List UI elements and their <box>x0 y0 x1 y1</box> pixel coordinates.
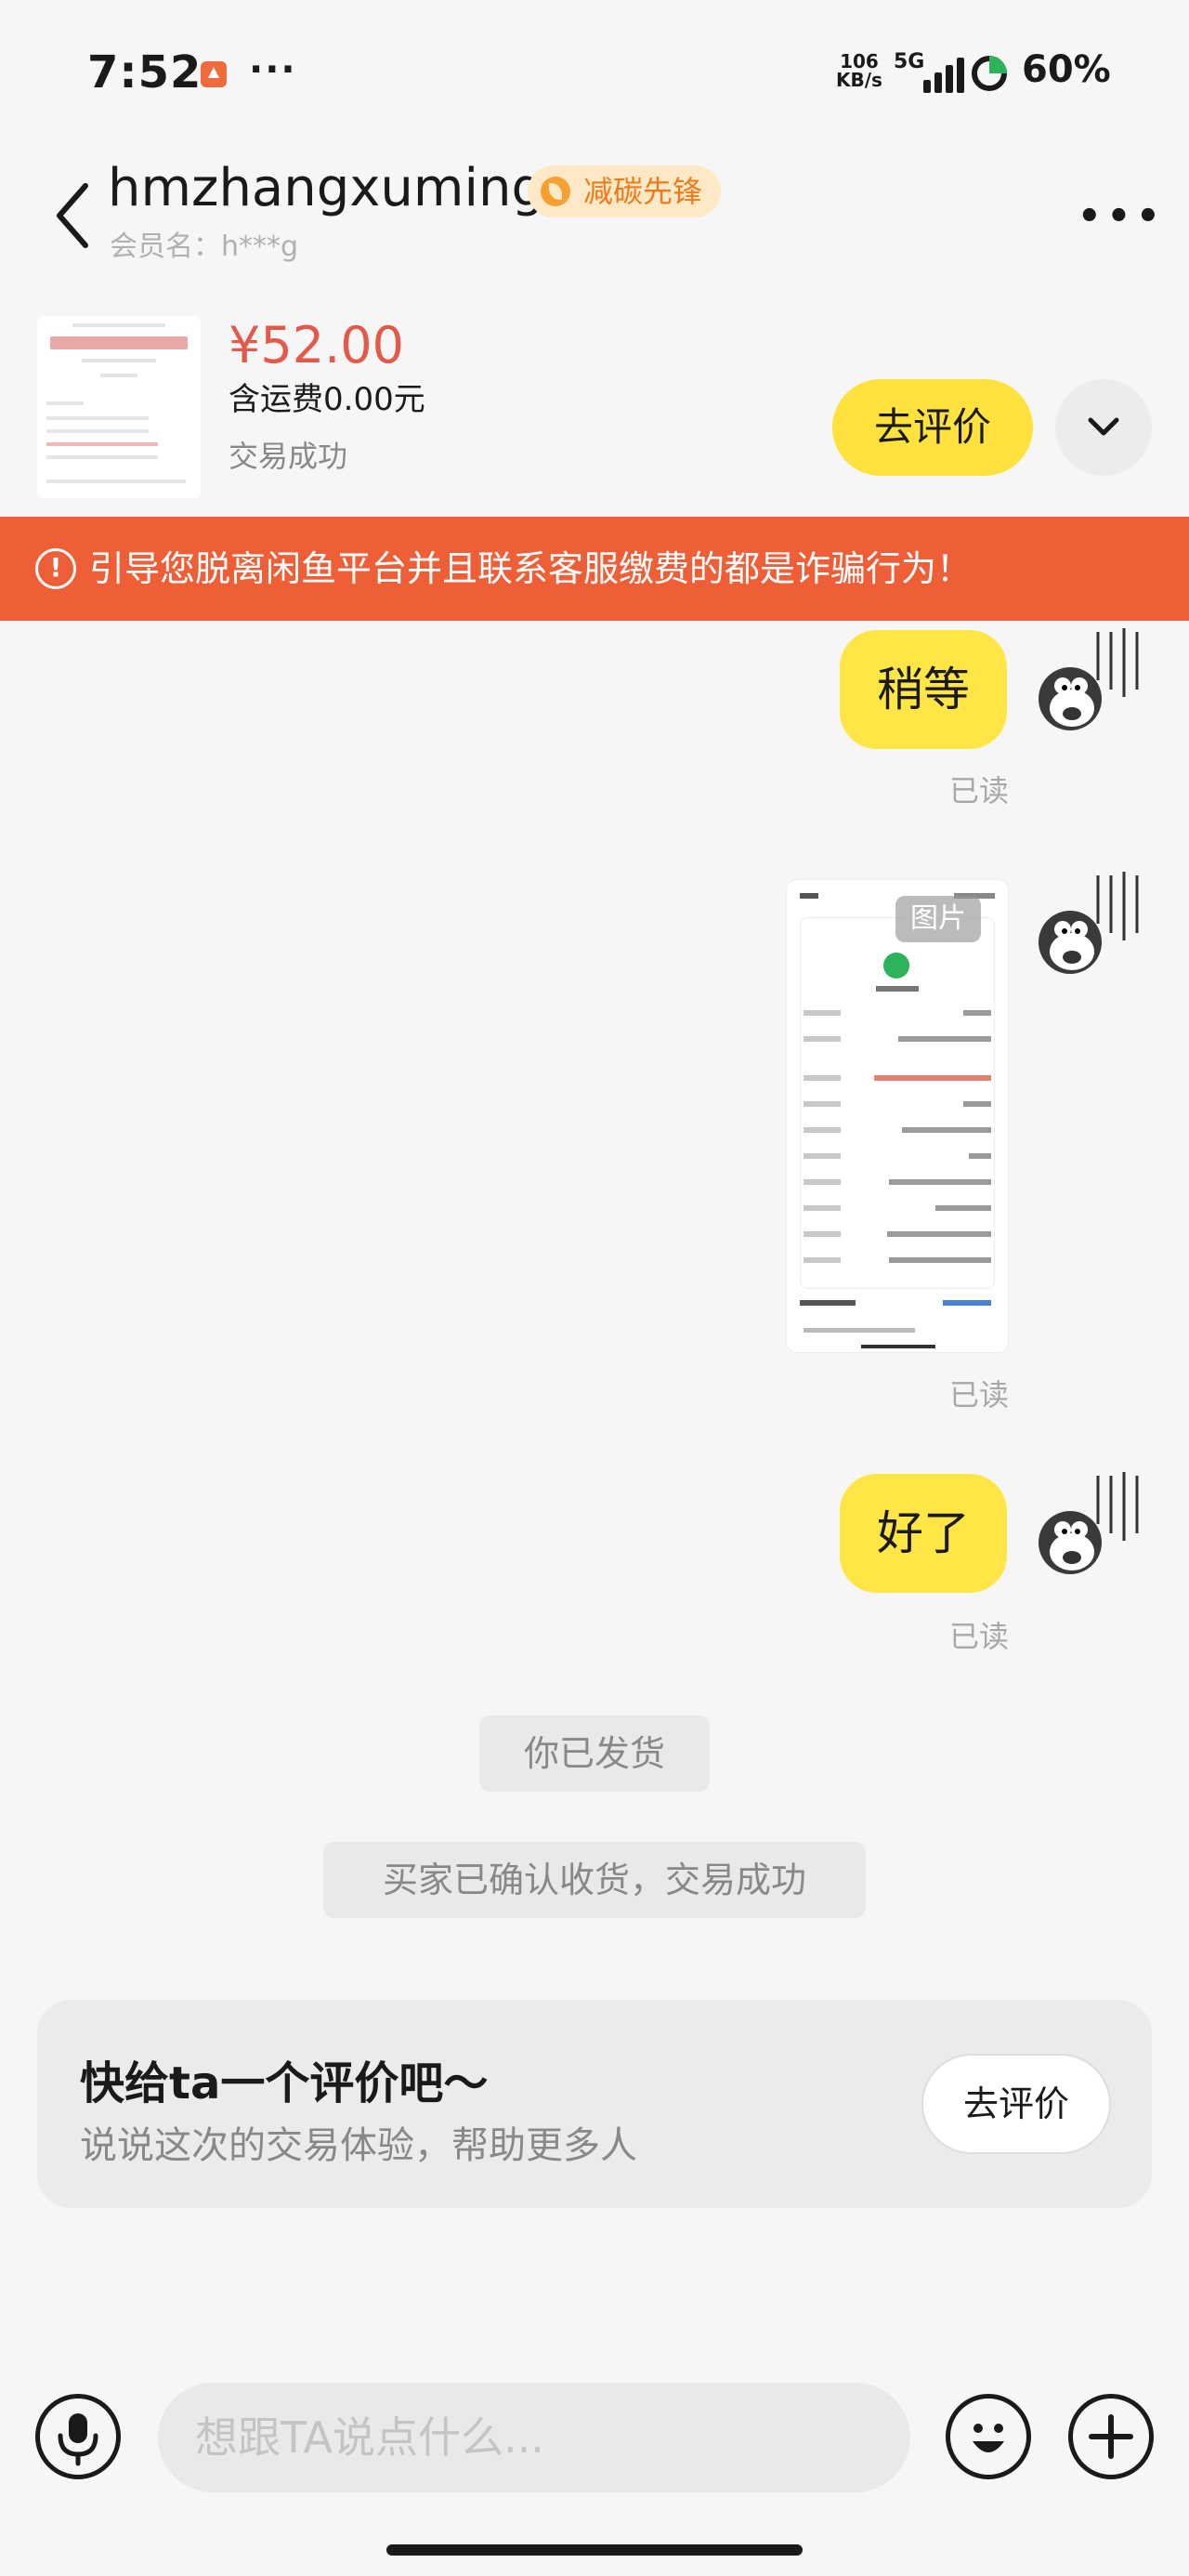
exclamation-icon: ! <box>35 548 76 589</box>
member-name: 会员名：h***g <box>110 230 299 263</box>
network-speed: 106 KB/s <box>836 52 882 89</box>
battery-level: 60% <box>1022 48 1111 91</box>
network-speed-unit: KB/s <box>836 69 882 91</box>
more-options-icon[interactable]: ••• <box>1078 195 1166 238</box>
review-button[interactable]: 去评价 <box>832 379 1033 476</box>
message-input[interactable] <box>158 2383 910 2492</box>
chat-header: hmzhangxuming 减碳先锋 会员名：h***g ••• <box>0 149 1189 297</box>
image-message[interactable] <box>786 879 1009 1353</box>
avatar[interactable] <box>1033 624 1144 736</box>
product-card[interactable]: ¥52.00 含运费0.00元 交易成功 去评价 <box>0 297 1189 520</box>
user-badge-label: 减碳先锋 <box>583 174 703 209</box>
read-receipt: 已读 <box>949 773 1010 808</box>
emoji-icon[interactable] <box>946 2394 1031 2479</box>
network-speed-value: 106 <box>840 50 879 72</box>
image-tag: 图片 <box>895 896 981 942</box>
review-prompt-subtitle: 说说这次的交易体验，帮助更多人 <box>80 2124 637 2167</box>
status-time: 7:52 <box>87 46 203 99</box>
system-message-confirmed: 买家已确认收货，交易成功 <box>323 1842 866 1918</box>
fraud-warning-text: 引导您脱离闲鱼平台并且联系客服缴费的都是诈骗行为！ <box>89 548 973 589</box>
avatar[interactable] <box>1033 1468 1144 1580</box>
review-prompt-card: 快给ta一个评价吧～ 说说这次的交易体验，帮助更多人 去评价 <box>37 2000 1152 2208</box>
status-bar: 7:52 ··· 106 KB/s 5G 60% <box>0 0 1189 149</box>
avatar[interactable] <box>1033 868 1144 979</box>
back-icon[interactable] <box>52 180 93 251</box>
leaf-icon <box>541 177 570 206</box>
product-price: ¥52.00 <box>229 316 404 375</box>
review-prompt-button[interactable]: 去评价 <box>921 2054 1111 2154</box>
expand-button[interactable] <box>1055 379 1152 476</box>
notification-app-icon <box>201 61 227 87</box>
fraud-warning-banner: ! 引导您脱离闲鱼平台并且联系客服缴费的都是诈骗行为！ <box>0 517 1189 621</box>
battery-ring-icon <box>972 56 1007 91</box>
message-bubble[interactable]: 好了 <box>840 1474 1007 1593</box>
signal-icon <box>920 56 964 93</box>
review-prompt-title: 快给ta一个评价吧～ <box>80 2057 489 2109</box>
message-input-bar <box>0 2360 1189 2537</box>
read-receipt: 已读 <box>949 1619 1010 1654</box>
plus-icon[interactable] <box>1068 2394 1154 2479</box>
microphone-icon[interactable] <box>35 2394 121 2479</box>
trade-status: 交易成功 <box>229 439 348 474</box>
more-notifications-icon: ··· <box>249 48 297 91</box>
message-bubble[interactable]: 稍等 <box>840 630 1007 749</box>
chevron-down-icon <box>1088 417 1119 436</box>
home-indicator[interactable] <box>386 2544 803 2556</box>
shipping-fee: 含运费0.00元 <box>229 381 425 418</box>
read-receipt: 已读 <box>949 1377 1010 1413</box>
chat-username[interactable]: hmzhangxuming <box>108 158 544 218</box>
user-badge: 减碳先锋 <box>528 165 722 217</box>
system-message-shipped: 你已发货 <box>479 1715 710 1792</box>
product-thumbnail[interactable] <box>37 316 201 498</box>
